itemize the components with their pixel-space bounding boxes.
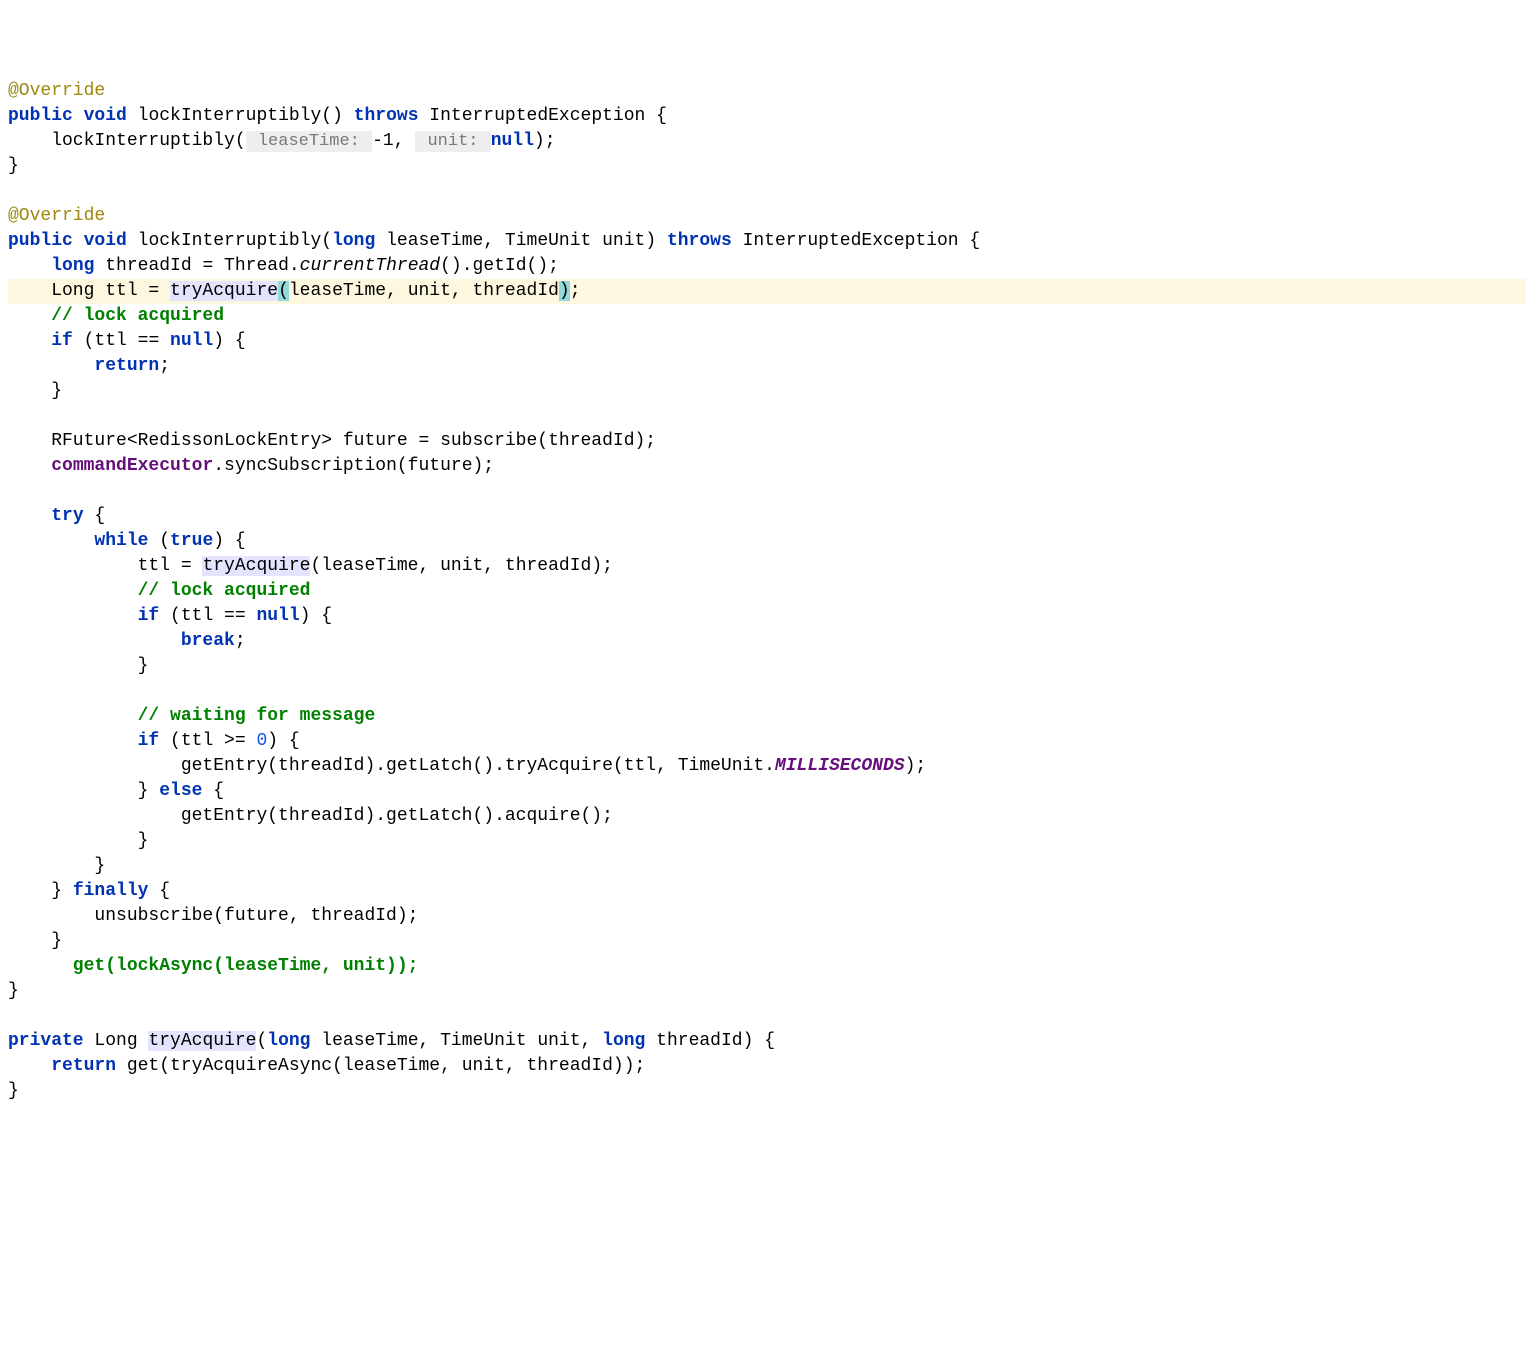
code-line: if (ttl >= 0) {	[8, 729, 1526, 754]
code-line	[8, 479, 1526, 504]
code-line: // lock acquired	[8, 304, 1526, 329]
code-line: long threadId = Thread.currentThread().g…	[8, 254, 1526, 279]
annotation: @Override	[8, 206, 105, 226]
code-line: if (ttl == null) {	[8, 604, 1526, 629]
code-line: get(lockAsync(leaseTime, unit));	[8, 954, 1526, 979]
comment: // waiting for message	[8, 706, 375, 726]
code-line: } else {	[8, 779, 1526, 804]
code-line: }	[8, 379, 1526, 404]
code-line: commandExecutor.syncSubscription(future)…	[8, 454, 1526, 479]
comment: // lock acquired	[8, 581, 310, 601]
code-line: getEntry(threadId).getLatch().acquire();	[8, 804, 1526, 829]
code-line: return;	[8, 354, 1526, 379]
occurrence-highlight: tryAcquire	[148, 1031, 256, 1051]
code-line: }	[8, 1079, 1526, 1104]
code-line: }	[8, 979, 1526, 1004]
code-line: if (ttl == null) {	[8, 329, 1526, 354]
code-line: ttl = tryAcquire(leaseTime, unit, thread…	[8, 554, 1526, 579]
code-line: RFuture<RedissonLockEntry> future = subs…	[8, 429, 1526, 454]
code-line: // waiting for message	[8, 704, 1526, 729]
field-reference: commandExecutor	[51, 456, 213, 476]
code-line: @Override	[8, 204, 1526, 229]
code-line: } finally {	[8, 879, 1526, 904]
code-line: }	[8, 929, 1526, 954]
param-hint: leaseTime:	[246, 131, 372, 152]
code-line: break;	[8, 629, 1526, 654]
code-line: lockInterruptibly( leaseTime: -1, unit: …	[8, 129, 1526, 154]
code-line	[8, 404, 1526, 429]
highlighted-line: Long ttl = tryAcquire(leaseTime, unit, t…	[8, 279, 1526, 304]
code-line: try {	[8, 504, 1526, 529]
code-line: unsubscribe(future, threadId);	[8, 904, 1526, 929]
static-field: MILLISECONDS	[775, 756, 905, 776]
comment: // lock acquired	[8, 306, 224, 326]
commented-code: get(lockAsync(leaseTime, unit));	[8, 956, 418, 976]
code-editor[interactable]: @Override public void lockInterruptibly()…	[8, 79, 1526, 1104]
code-line: // lock acquired	[8, 579, 1526, 604]
paren-match: (	[278, 281, 289, 301]
occurrence-highlight: tryAcquire	[170, 281, 278, 301]
code-line: }	[8, 829, 1526, 854]
code-line	[8, 679, 1526, 704]
code-line	[8, 179, 1526, 204]
code-line: }	[8, 154, 1526, 179]
code-line: while (true) {	[8, 529, 1526, 554]
code-line: @Override	[8, 79, 1526, 104]
code-line: return get(tryAcquireAsync(leaseTime, un…	[8, 1054, 1526, 1079]
code-line	[8, 1004, 1526, 1029]
param-hint: unit:	[415, 131, 490, 152]
code-line: }	[8, 654, 1526, 679]
paren-match: )	[559, 281, 570, 301]
code-line: public void lockInterruptibly(long lease…	[8, 229, 1526, 254]
code-line: public void lockInterruptibly() throws I…	[8, 104, 1526, 129]
code-line: private Long tryAcquire(long leaseTime, …	[8, 1029, 1526, 1054]
occurrence-highlight: tryAcquire	[202, 556, 310, 576]
code-line: getEntry(threadId).getLatch().tryAcquire…	[8, 754, 1526, 779]
annotation: @Override	[8, 81, 105, 101]
code-line: }	[8, 854, 1526, 879]
